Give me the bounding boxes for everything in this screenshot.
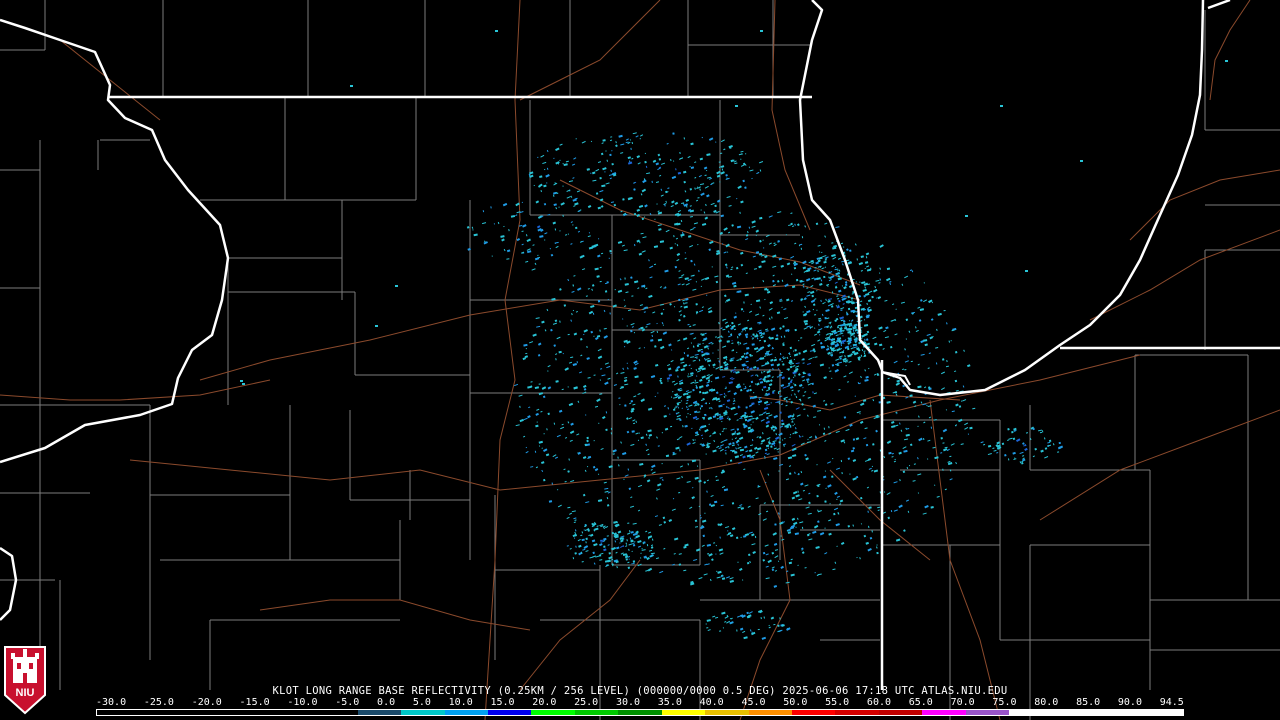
colorbar-segment: [1009, 710, 1053, 715]
scale-label: 40.0: [699, 697, 724, 708]
scale-label: 10.0: [448, 697, 473, 708]
scale-label: -30.0: [96, 697, 127, 708]
radar-map: [0, 0, 1280, 720]
colorbar-segment: [227, 710, 271, 715]
scale-label: 65.0: [908, 697, 933, 708]
scale-label: 55.0: [825, 697, 850, 708]
colorbar-segment: [878, 710, 923, 715]
scale-label: 90.0: [1117, 697, 1142, 708]
niu-logo: NIU: [4, 646, 46, 715]
scale-label: 60.0: [866, 697, 892, 708]
colorbar-segment: [270, 710, 315, 715]
colorbar-segment: [401, 710, 445, 715]
scale-label: 35.0: [657, 697, 682, 708]
colorbar-segment: [357, 710, 402, 715]
colorbar-segment: [705, 710, 749, 715]
scale-label: -10.0: [287, 697, 318, 708]
colorbar-segment: [140, 710, 184, 715]
scale-label: 30.0: [615, 697, 641, 708]
colorbar-segment: [574, 710, 619, 715]
scale-label: 5.0: [412, 697, 431, 708]
colorbar-segment: [487, 710, 532, 715]
scale-label: 0.0: [377, 697, 396, 708]
scale-label: 70.0: [950, 697, 975, 708]
scale-label: -20.0: [191, 697, 222, 708]
scale-labels: -30.0 -25.0 -20.0 -15.0 -10.0 -5.0 0.0 5…: [96, 697, 1184, 709]
colorbar-segment: [792, 710, 836, 715]
scale-label: 75.0: [992, 697, 1017, 708]
scale-label: -15.0: [239, 697, 270, 708]
colorbar-segment: [835, 710, 879, 715]
colorbar-segment: [314, 710, 358, 715]
colorbar-segment: [618, 710, 662, 715]
colorbar-segment: [922, 710, 966, 715]
colorbar-segment: [661, 710, 706, 715]
colorbar-segment: [748, 710, 792, 715]
logo-text: NIU: [16, 687, 35, 699]
colorbar-segment: [97, 710, 141, 715]
colorbar-segment: [1052, 710, 1097, 715]
scale-label: -5.0: [335, 697, 360, 708]
colorbar-segment: [1096, 710, 1140, 715]
scale-label: 94.5: [1159, 697, 1184, 708]
scale-label: -25.0: [143, 697, 174, 708]
colorbar-segment: [965, 710, 1010, 715]
scale-label: 15.0: [490, 697, 515, 708]
scale-label: 85.0: [1076, 697, 1101, 708]
scale-label: 80.0: [1034, 697, 1059, 708]
radar-site: [736, 392, 750, 406]
scale-label: 45.0: [741, 697, 766, 708]
scale-label: 20.0: [532, 697, 557, 708]
colorbar-segment: [444, 710, 488, 715]
reflectivity-colorbar: [96, 709, 1184, 716]
colorbar-segment: [183, 710, 228, 715]
scale-label: 25.0: [574, 697, 599, 708]
product-caption: KLOT LONG RANGE BASE REFLECTIVITY (0.25K…: [272, 685, 1008, 697]
colorbar-segment: [1139, 710, 1183, 715]
scale-label: 50.0: [783, 697, 808, 708]
colorbar-segment: [531, 710, 575, 715]
